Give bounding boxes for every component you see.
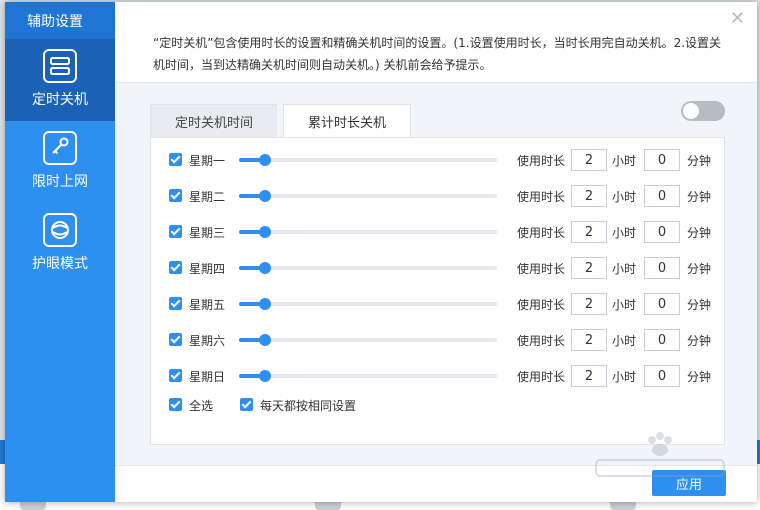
use-duration-label: 使用时长: [517, 298, 566, 312]
sidebar-item-scheduled-shutdown[interactable]: 定时关机: [5, 39, 115, 121]
hours-input[interactable]: [571, 221, 607, 243]
select-all-label: 全选: [189, 399, 214, 413]
use-duration-label: 使用时长: [517, 226, 566, 240]
weekday-duration-panel: 星期一 使用时长 小时 分钟 星期二 使用时长 小时 分钟 星期三 使用时长: [150, 137, 725, 445]
schedule-list-icon: [43, 49, 77, 83]
minutes-input[interactable]: [644, 365, 680, 387]
duration-slider[interactable]: [239, 298, 497, 310]
minutes-input[interactable]: [644, 329, 680, 351]
minutes-unit: 分钟: [687, 262, 712, 276]
day-checkbox[interactable]: [169, 225, 182, 238]
same-every-day-checkbox[interactable]: [240, 398, 253, 411]
slider-handle[interactable]: [258, 226, 271, 238]
hours-unit: 小时: [612, 262, 637, 276]
duration-slider[interactable]: [239, 370, 497, 382]
use-duration-label: 使用时长: [517, 190, 566, 204]
use-duration-label: 使用时长: [517, 154, 566, 168]
hours-input[interactable]: [571, 329, 607, 351]
hours-input[interactable]: [571, 365, 607, 387]
duration-slider[interactable]: [239, 334, 497, 346]
minutes-unit: 分钟: [687, 154, 712, 168]
duration-slider[interactable]: [239, 226, 497, 238]
day-checkbox[interactable]: [169, 153, 182, 166]
sidebar-item-label: 护眼模式: [32, 256, 88, 272]
day-label: 星期三: [189, 226, 226, 240]
hours-unit: 小时: [612, 370, 637, 384]
day-label: 星期四: [189, 262, 226, 276]
key-icon: [43, 131, 77, 165]
slider-handle[interactable]: [258, 262, 271, 274]
bulk-options: 全选 每天都按相同设置: [151, 394, 726, 416]
feature-description: “定时关机”包含使用时长的设置和精确关机时间的设置。(1.设置使用时长，当时长用…: [153, 36, 722, 72]
minutes-input[interactable]: [644, 293, 680, 315]
minutes-unit: 分钟: [687, 370, 712, 384]
minutes-unit: 分钟: [687, 334, 712, 348]
slider-handle[interactable]: [258, 298, 271, 310]
sidebar-item-label: 限时上网: [32, 174, 88, 190]
sidebar-item-time-limit[interactable]: 限时上网: [5, 121, 115, 203]
hours-input[interactable]: [571, 185, 607, 207]
use-duration-label: 使用时长: [517, 370, 566, 384]
tab-shutdown-time[interactable]: 定时关机时间: [150, 104, 278, 138]
weekday-row: 星期一 使用时长 小时 分钟: [151, 149, 726, 171]
day-label: 星期六: [189, 334, 226, 348]
use-duration-label: 使用时长: [517, 262, 566, 276]
duration-slider[interactable]: [239, 154, 497, 166]
sidebar-item-eye-care[interactable]: 护眼模式: [5, 203, 115, 285]
tab-cumulative-duration[interactable]: 累计时长关机: [283, 104, 412, 138]
day-label: 星期五: [189, 298, 226, 312]
minutes-unit: 分钟: [687, 298, 712, 312]
hours-input[interactable]: [571, 257, 607, 279]
day-checkbox[interactable]: [169, 261, 182, 274]
hours-unit: 小时: [612, 226, 637, 240]
weekday-row: 星期二 使用时长 小时 分钟: [151, 185, 726, 207]
hours-unit: 小时: [612, 190, 637, 204]
day-label: 星期一: [189, 154, 226, 168]
hours-unit: 小时: [612, 154, 637, 168]
slider-handle[interactable]: [258, 190, 271, 202]
use-duration-label: 使用时长: [517, 334, 566, 348]
sidebar: 辅助设置 定时关机 限时上网 护眼模式: [5, 2, 115, 502]
duration-slider[interactable]: [239, 262, 497, 274]
day-checkbox[interactable]: [169, 297, 182, 310]
hours-unit: 小时: [612, 298, 637, 312]
day-label: 星期二: [189, 190, 226, 204]
minutes-input[interactable]: [644, 185, 680, 207]
sidebar-title: 辅助设置: [5, 2, 115, 39]
day-checkbox[interactable]: [169, 369, 182, 382]
feature-toggle[interactable]: [681, 101, 725, 121]
sidebar-item-label: 定时关机: [32, 92, 88, 108]
toggle-knob: [683, 103, 699, 119]
day-label: 星期日: [189, 370, 226, 384]
settings-content: 定时关机时间 累计时长关机 星期一 使用时长 小时 分钟 星期二 使用时长 小时: [115, 83, 757, 465]
weekday-row: 星期四 使用时长 小时 分钟: [151, 257, 726, 279]
same-every-day-label: 每天都按相同设置: [260, 399, 357, 413]
hours-input[interactable]: [571, 293, 607, 315]
minutes-input[interactable]: [644, 149, 680, 171]
watermark-logo: [595, 432, 725, 477]
hours-input[interactable]: [571, 149, 607, 171]
day-checkbox[interactable]: [169, 189, 182, 202]
weekday-row: 星期日 使用时长 小时 分钟: [151, 365, 726, 387]
weekday-row: 星期三 使用时长 小时 分钟: [151, 221, 726, 243]
eye-care-icon: [43, 213, 77, 247]
hours-unit: 小时: [612, 334, 637, 348]
minutes-input[interactable]: [644, 221, 680, 243]
duration-slider[interactable]: [239, 190, 497, 202]
tab-bar: 定时关机时间 累计时长关机: [150, 104, 412, 138]
weekday-row: 星期五 使用时长 小时 分钟: [151, 293, 726, 315]
day-checkbox[interactable]: [169, 333, 182, 346]
minutes-input[interactable]: [644, 257, 680, 279]
slider-handle[interactable]: [258, 370, 271, 382]
slider-handle[interactable]: [258, 154, 271, 166]
slider-handle[interactable]: [258, 334, 271, 346]
weekday-row: 星期六 使用时长 小时 分钟: [151, 329, 726, 351]
minutes-unit: 分钟: [687, 226, 712, 240]
close-icon[interactable]: ✕: [730, 8, 745, 29]
auxiliary-settings-dialog: 辅助设置 定时关机 限时上网 护眼模式 ✕ “定时关机”包含使用时长的设置和精确…: [5, 2, 757, 502]
select-all-checkbox[interactable]: [169, 398, 182, 411]
minutes-unit: 分钟: [687, 190, 712, 204]
